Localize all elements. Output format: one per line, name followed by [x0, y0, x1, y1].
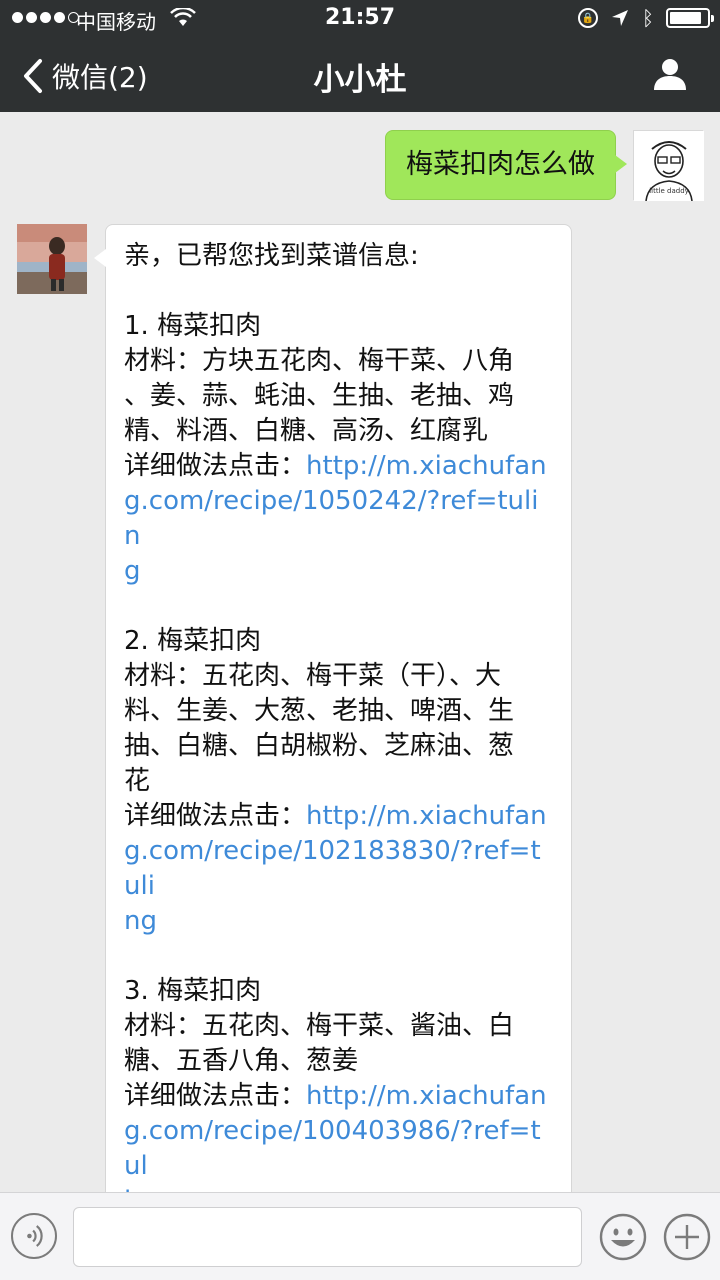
message-line: 糖、五香八角、葱姜: [124, 1044, 553, 1079]
message-line: 详细做法点击：http://m.xiachufan: [124, 799, 553, 834]
message-line-text: 1. 梅菜扣肉: [124, 311, 262, 341]
plus-icon[interactable]: [663, 1213, 711, 1261]
message-line-text: 详细做法点击：: [124, 801, 307, 831]
incoming-message-bubble[interactable]: 亲，已帮您找到菜谱信息: 1. 梅菜扣肉材料：方块五花肉、梅干菜、八角 、姜、蒜、蚝…: [94, 224, 572, 1192]
message-line-text: 花: [124, 766, 151, 796]
rotation-lock-icon: 🔒: [578, 8, 598, 28]
message-line-text: 详细做法点击：: [124, 1081, 307, 1111]
message-line-text: 详细做法点击：: [124, 451, 307, 481]
chat-area[interactable]: 梅菜扣肉怎么做 little daddy 亲，已帮您找到菜谱信息: 1. 梅菜扣肉…: [0, 112, 720, 1192]
message-line: 材料：方块五花肉、梅干菜、八角: [124, 344, 553, 379]
message-line-text: 材料：方块五花肉、梅干菜、八角: [124, 346, 515, 376]
recipe-link[interactable]: g.com/recipe/102183830/?ref=tuli: [124, 836, 541, 901]
status-bar: 中国移动 21:57 🔒 ᛒ: [0, 0, 720, 38]
message-line-text: 抽、白糖、白胡椒粉、芝麻油、葱: [124, 731, 515, 761]
message-input[interactable]: [73, 1207, 582, 1267]
message-line: 1. 梅菜扣肉: [124, 309, 553, 344]
message-line-text: 2. 梅菜扣肉: [124, 626, 262, 656]
emoji-icon[interactable]: [599, 1213, 647, 1261]
message-line: 材料：五花肉、梅干菜、酱油、白: [124, 1009, 553, 1044]
message-line: ng: [124, 904, 553, 939]
battery-icon: [666, 8, 714, 28]
message-line: 2. 梅菜扣肉: [124, 624, 553, 659]
message-line: g.com/recipe/100403986/?ref=tul: [124, 1114, 553, 1184]
recipe-link[interactable]: g.com/recipe/100403986/?ref=tul: [124, 1116, 541, 1181]
message-line: 精、料酒、白糖、高汤、红腐乳: [124, 414, 553, 449]
recipe-link[interactable]: http://m.xiachufan: [306, 801, 547, 831]
message-line: 详细做法点击：http://m.xiachufan: [124, 1079, 553, 1114]
location-arrow-icon: [612, 10, 628, 26]
message-line: g: [124, 554, 553, 589]
contact-avatar[interactable]: [17, 224, 87, 294]
message-line-text: 精、料酒、白糖、高汤、红腐乳: [124, 416, 489, 446]
my-avatar[interactable]: little daddy: [633, 130, 704, 202]
message-line: g.com/recipe/102183830/?ref=tuli: [124, 834, 553, 904]
message-line: g.com/recipe/1050242/?ref=tulin: [124, 484, 553, 554]
outgoing-message-bubble[interactable]: 梅菜扣肉怎么做: [385, 130, 627, 200]
message-line: 、姜、蒜、蚝油、生抽、老抽、鸡: [124, 379, 553, 414]
message-line-text: 亲，已帮您找到菜谱信息:: [124, 241, 419, 271]
person-icon[interactable]: [652, 56, 688, 92]
message-line-text: 、姜、蒜、蚝油、生抽、老抽、鸡: [124, 381, 515, 411]
message-line-text: 糖、五香八角、葱姜: [124, 1046, 359, 1076]
nav-bar: 微信(2) 小小杜: [0, 38, 720, 112]
message-line: 详细做法点击：http://m.xiachufan: [124, 449, 553, 484]
message-line: 亲，已帮您找到菜谱信息:: [124, 239, 553, 274]
message-line: 料、生姜、大葱、老抽、啤酒、生: [124, 694, 553, 729]
avatar-caption: little daddy: [649, 187, 689, 195]
message-line: 3. 梅菜扣肉: [124, 974, 553, 1009]
message-line-text: 材料：五花肉、梅干菜、酱油、白: [124, 1011, 515, 1041]
message-line: 抽、白糖、白胡椒粉、芝麻油、葱: [124, 729, 553, 764]
recipe-link[interactable]: http://m.xiachufan: [306, 1081, 547, 1111]
recipe-link[interactable]: g: [124, 556, 141, 586]
recipe-link[interactable]: g.com/recipe/1050242/?ref=tulin: [124, 486, 538, 551]
message-line: 材料：五花肉、梅干菜（干）、大: [124, 659, 553, 694]
voice-icon[interactable]: [11, 1213, 57, 1259]
input-bar: [0, 1192, 720, 1280]
message-line-text: 材料：五花肉、梅干菜（干）、大: [124, 661, 502, 691]
bluetooth-icon: ᛒ: [642, 6, 654, 30]
recipe-link[interactable]: http://m.xiachufan: [306, 451, 547, 481]
top-bar: 中国移动 21:57 🔒 ᛒ 微信(2) 小小杜: [0, 0, 720, 112]
recipe-link[interactable]: ng: [124, 906, 157, 936]
message-line: ing: [124, 1184, 553, 1192]
outgoing-message-text: 梅菜扣肉怎么做: [406, 149, 595, 180]
message-line-text: 3. 梅菜扣肉: [124, 976, 262, 1006]
chat-title: 小小杜: [313, 62, 407, 98]
contact-photo: [17, 224, 87, 294]
message-line-text: 料、生姜、大葱、老抽、啤酒、生: [124, 696, 515, 726]
message-line: 花: [124, 764, 553, 799]
